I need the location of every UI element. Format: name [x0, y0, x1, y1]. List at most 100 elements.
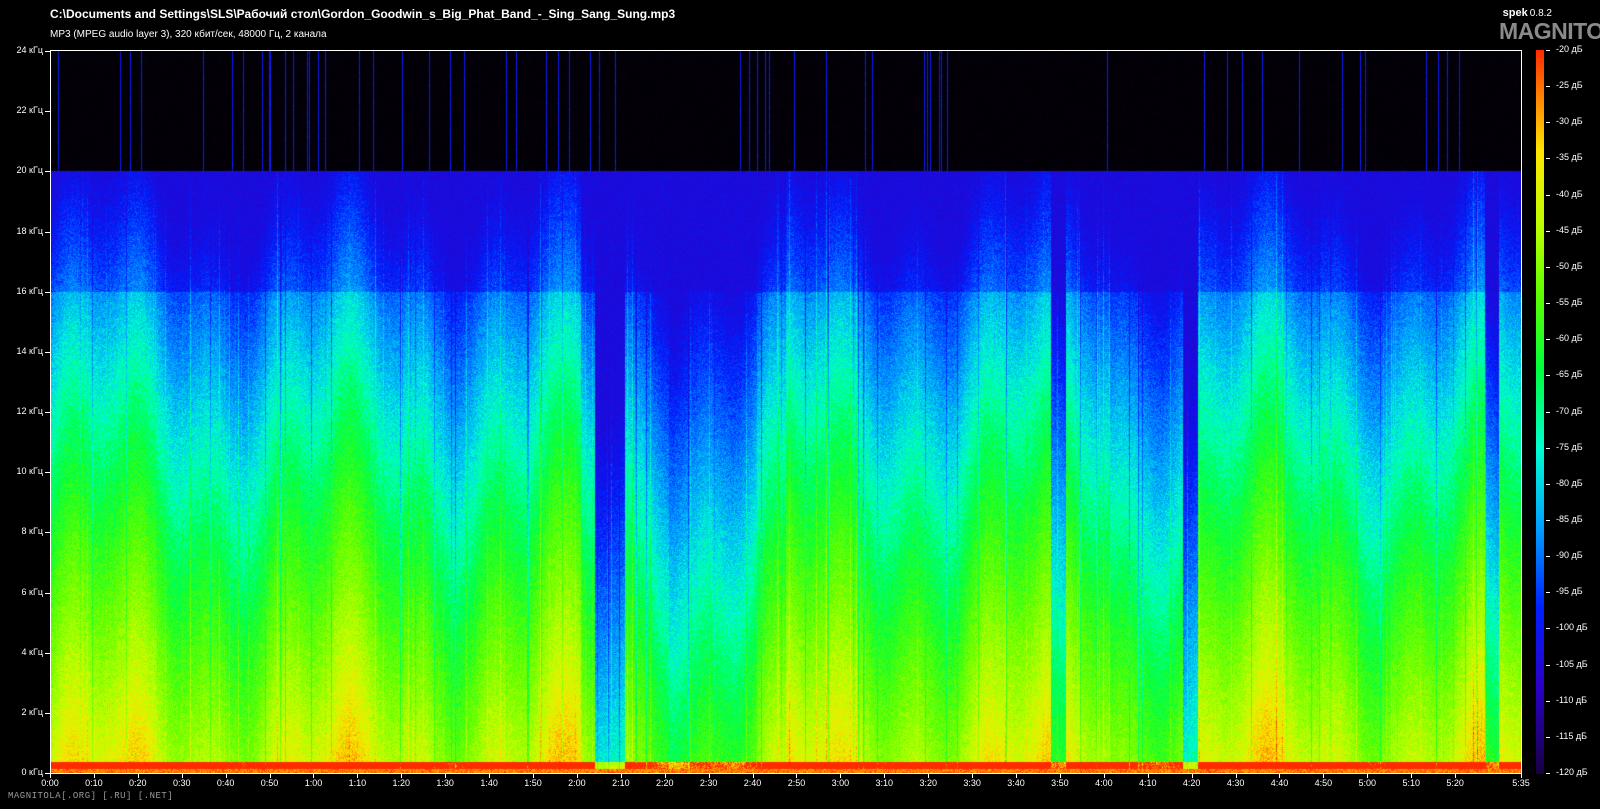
time-tick [1191, 774, 1193, 778]
time-tick [137, 774, 139, 778]
db-tick [1546, 158, 1550, 160]
time-tick [225, 774, 227, 778]
file-path-title: C:\Documents and Settings\SLS\Рабочий ст… [50, 7, 676, 21]
time-tick-label: 4:10 [1138, 778, 1157, 788]
db-tick-label: -120 дБ [1556, 767, 1588, 777]
time-tick [181, 774, 183, 778]
db-tick [1546, 303, 1550, 305]
db-tick-label: -105 дБ [1556, 658, 1588, 669]
time-tick-label: 4:20 [1182, 778, 1201, 788]
time-tick-label: 0:40 [216, 778, 235, 788]
time-tick-label: 1:30 [436, 778, 454, 788]
spectrogram-plot [50, 50, 1522, 774]
watermark-footer: MAGNITOLA[.ORG] [.RU] [.NET] [8, 791, 174, 801]
time-tick [445, 774, 447, 778]
frequency-tick-label: 18 кГц [16, 225, 43, 236]
db-tick [1546, 266, 1550, 268]
db-tick [1546, 519, 1550, 521]
time-tick-label: 3:00 [831, 778, 850, 788]
db-tick [1546, 628, 1550, 630]
frequency-tick [45, 532, 50, 534]
db-tick-label: -80 дБ [1556, 477, 1583, 488]
time-tick-label: 1:40 [480, 778, 498, 788]
time-tick-label: 3:30 [963, 778, 981, 788]
time-tick-label: 0:20 [129, 778, 147, 788]
db-colorbar [1536, 50, 1544, 774]
frequency-tick [45, 712, 50, 714]
db-tick [1546, 483, 1550, 485]
db-tick-label: -75 дБ [1556, 441, 1583, 452]
spectrogram-canvas [51, 51, 1521, 773]
frequency-tick-label: 14 кГц [16, 345, 43, 356]
time-tick [1147, 774, 1149, 778]
time-tick [1411, 774, 1413, 778]
time-tick [357, 774, 359, 778]
frequency-tick-label: 16 кГц [16, 285, 43, 296]
db-tick [1546, 773, 1550, 774]
db-tick-label: -70 дБ [1556, 405, 1583, 416]
frequency-tick [45, 291, 50, 293]
time-tick-label: 0:10 [85, 778, 103, 788]
time-tick-label: 3:20 [919, 778, 937, 788]
frequency-tick [45, 231, 50, 233]
time-tick [313, 774, 315, 778]
time-tick [533, 774, 534, 778]
db-tick [1546, 556, 1550, 558]
time-tick [1016, 774, 1018, 778]
time-tick [1367, 774, 1369, 778]
frequency-tick-label: 2 кГц [21, 706, 43, 717]
frequency-tick-label: 0 кГц [21, 767, 43, 777]
time-tick [1455, 774, 1457, 778]
time-tick [796, 774, 798, 778]
time-tick-label: 2:50 [787, 778, 806, 788]
time-tick-label: 1:10 [348, 778, 367, 788]
time-tick-label: 1:20 [392, 778, 411, 788]
db-tick [1546, 86, 1550, 88]
db-tick-label: -85 дБ [1556, 513, 1583, 524]
db-tick-label: -110 дБ [1556, 694, 1588, 705]
frequency-tick [45, 592, 50, 594]
db-tick-label: -100 дБ [1556, 622, 1588, 633]
db-tick-label: -55 дБ [1556, 297, 1583, 308]
time-tick-label: 0:50 [260, 778, 279, 788]
time-tick [50, 774, 51, 778]
time-tick [972, 774, 974, 778]
time-tick [1323, 774, 1325, 778]
db-tick-label: -40 дБ [1556, 188, 1583, 199]
time-tick [840, 774, 842, 778]
time-tick [664, 774, 666, 778]
time-tick [1279, 774, 1281, 778]
time-tick-label: 5:10 [1402, 778, 1420, 788]
time-tick-label: 2:20 [655, 778, 674, 788]
time-tick-label: 5:00 [1358, 778, 1377, 788]
frequency-tick-label: 24 кГц [16, 45, 43, 55]
frequency-tick-label: 20 кГц [16, 165, 43, 176]
frequency-tick [45, 111, 50, 113]
time-tick [752, 774, 754, 778]
db-tick [1546, 122, 1550, 124]
frequency-tick [45, 472, 50, 474]
db-tick [1546, 194, 1550, 196]
time-tick-label: 5:20 [1446, 778, 1464, 788]
db-tick-label: -95 дБ [1556, 586, 1583, 597]
time-tick-label: 1:50 [524, 778, 542, 788]
time-tick-label: 4:00 [1095, 778, 1113, 788]
time-tick [1235, 774, 1237, 778]
frequency-tick-label: 12 кГц [16, 406, 43, 416]
db-tick-label: -115 дБ [1556, 730, 1588, 741]
time-tick-label: 4:40 [1270, 778, 1289, 788]
db-tick-label: -30 дБ [1556, 116, 1583, 127]
db-tick-label: -25 дБ [1556, 80, 1583, 91]
db-tick [1546, 736, 1550, 738]
db-tick [1546, 447, 1550, 449]
time-tick [269, 774, 271, 778]
db-tick [1546, 411, 1550, 413]
time-tick [1059, 774, 1061, 778]
db-tick [1546, 700, 1550, 702]
time-tick-label: 2:10 [612, 778, 630, 788]
time-tick [401, 774, 403, 778]
db-tick-label: -20 дБ [1556, 44, 1583, 54]
db-tick-label: -65 дБ [1556, 369, 1583, 380]
time-tick-label: 2:30 [699, 778, 718, 788]
time-tick [93, 774, 95, 778]
